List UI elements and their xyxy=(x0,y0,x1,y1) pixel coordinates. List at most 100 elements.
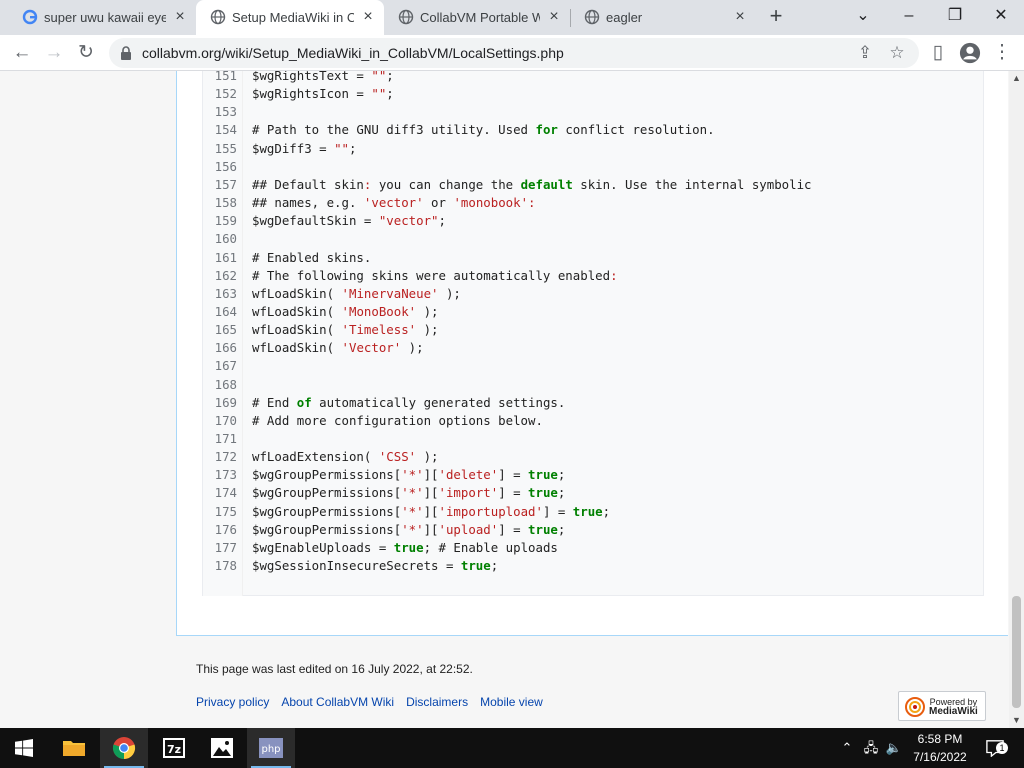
url-text[interactable]: collabvm.org/wiki/Setup_MediaWiki_in_Col… xyxy=(142,45,564,61)
tab-setup-mediawiki[interactable]: Setup MediaWiki in Co × xyxy=(196,0,384,35)
keyword-token: true xyxy=(528,467,558,483)
code-token: $wgEnableUploads = xyxy=(252,539,394,555)
start-button[interactable] xyxy=(0,728,48,768)
code-text: wfLoadSkin( 'Timeless' ); xyxy=(252,321,439,339)
bookmark-star-icon[interactable]: ☆ xyxy=(885,41,909,65)
windows-taskbar: 7z php ⌃ 🖧 🔈 6:58 PM 7/16/2022 1 xyxy=(0,728,1024,768)
code-token: skin. Use the internal symbolic xyxy=(572,176,812,192)
code-text: $wgGroupPermissions['*']['delete'] = tru… xyxy=(252,466,565,484)
new-tab-button[interactable]: + xyxy=(764,5,788,29)
volume-icon[interactable]: 🔈 xyxy=(884,728,904,768)
code-token: ; xyxy=(386,86,394,102)
share-icon[interactable]: ⇪ xyxy=(853,41,877,65)
keyword-token: of xyxy=(296,394,312,410)
windows-logo-icon xyxy=(15,739,33,757)
minimize-button[interactable]: – xyxy=(886,0,932,32)
code-text: $wgGroupPermissions['*']['import'] = tru… xyxy=(252,484,565,502)
disclaimers-link[interactable]: Disclaimers xyxy=(406,695,468,709)
taskbar-chrome[interactable] xyxy=(100,728,148,768)
close-tab-icon[interactable]: × xyxy=(360,9,376,25)
side-panel-icon[interactable]: ▯ xyxy=(924,39,952,67)
menu-icon[interactable]: ⋮ xyxy=(988,39,1016,67)
string-token: 'monobook' xyxy=(453,195,529,211)
code-token: ] = xyxy=(542,503,573,519)
clock[interactable]: 6:58 PM 7/16/2022 xyxy=(905,730,975,766)
code-token: you can change the xyxy=(371,176,521,192)
code-token: # The following skins were automatically… xyxy=(252,267,611,283)
powered-by-mediawiki-badge[interactable]: Powered by MediaWiki xyxy=(898,691,986,721)
line-number: 168 xyxy=(214,376,237,392)
code-token: $wgSessionInsecureSecrets = xyxy=(252,558,461,574)
code-text: $wgDiff3 = ""; xyxy=(252,140,356,158)
taskbar-file-explorer[interactable] xyxy=(50,728,98,768)
back-button[interactable]: ← xyxy=(8,39,36,67)
code-text: # Path to the GNU diff3 utility. Used fo… xyxy=(252,121,715,139)
mobile-view-link[interactable]: Mobile view xyxy=(480,695,543,709)
line-number: 158 xyxy=(214,195,237,211)
reload-button[interactable]: ↻ xyxy=(72,39,100,67)
taskbar-photos[interactable] xyxy=(198,728,246,768)
chrome-icon xyxy=(112,737,136,760)
line-number: 173 xyxy=(214,467,237,483)
profile-avatar[interactable] xyxy=(956,39,984,67)
line-number: 175 xyxy=(214,503,237,519)
line-number: 167 xyxy=(214,358,237,374)
about-link[interactable]: About CollabVM Wiki xyxy=(281,695,394,709)
close-tab-icon[interactable]: × xyxy=(172,9,188,25)
tab-strip: super uwu kawaii eyes × Setup MediaWiki … xyxy=(0,0,1024,35)
code-token: ] = xyxy=(498,521,529,537)
line-number: 172 xyxy=(214,449,237,465)
code-token: ] = xyxy=(498,467,529,483)
restore-button[interactable]: ❐ xyxy=(932,0,978,32)
code-token: # Enabled skins. xyxy=(252,249,372,265)
line-number: 162 xyxy=(214,267,237,283)
line-number: 166 xyxy=(214,340,237,356)
taskbar-7zip[interactable]: 7z xyxy=(150,728,198,768)
scroll-down-icon[interactable]: ▼ xyxy=(1009,713,1024,728)
code-token: ; xyxy=(348,140,357,156)
string-token: '*' xyxy=(401,467,424,483)
tab-super-uwu[interactable]: super uwu kawaii eyes × xyxy=(8,0,196,35)
tab-eagler[interactable]: eagler × xyxy=(570,0,756,35)
code-token: conflict resolution. xyxy=(557,122,715,138)
code-token: ); xyxy=(401,340,424,356)
line-number: 154 xyxy=(214,122,237,138)
action-center-icon[interactable]: 1 xyxy=(980,728,1010,768)
scroll-up-icon[interactable]: ▲ xyxy=(1009,71,1024,86)
tab-title: CollabVM Portable Wik xyxy=(420,10,540,25)
taskbar-php[interactable]: php xyxy=(247,728,295,768)
vertical-scrollbar[interactable]: ▲ ▼ xyxy=(1009,71,1024,728)
network-icon[interactable]: 🖧 xyxy=(860,728,882,768)
code-token: ); xyxy=(438,285,461,301)
privacy-policy-link[interactable]: Privacy policy xyxy=(196,695,269,709)
lock-icon[interactable] xyxy=(119,45,133,61)
close-window-button[interactable]: ✕ xyxy=(978,0,1024,32)
code-text: $wgGroupPermissions['*']['importupload']… xyxy=(252,503,610,521)
string-token: 'Timeless' xyxy=(341,322,417,338)
notification-count-badge: 1 xyxy=(996,742,1008,754)
keyword-token: true xyxy=(572,503,603,519)
code-text: $wgRightsText = ""; xyxy=(252,71,394,85)
forward-button[interactable]: → xyxy=(40,39,68,67)
tab-title: Setup MediaWiki in Co xyxy=(232,10,354,25)
close-tab-icon[interactable]: × xyxy=(546,9,562,25)
7zip-icon: 7z xyxy=(163,738,185,758)
code-text: wfLoadExtension( 'CSS' ); xyxy=(252,448,439,466)
string-token: '*' xyxy=(401,503,424,519)
address-bar[interactable]: collabvm.org/wiki/Setup_MediaWiki_in_Col… xyxy=(109,38,919,68)
line-number: 177 xyxy=(214,539,237,555)
keyword-token: true xyxy=(393,539,424,555)
code-token: ; # Enable uploads xyxy=(423,539,558,555)
tab-search-button[interactable]: ⌄ xyxy=(840,0,886,32)
scrollbar-thumb[interactable] xyxy=(1012,596,1021,708)
line-number: 171 xyxy=(214,431,237,446)
code-text: # End of automatically generated setting… xyxy=(252,394,565,412)
close-tab-icon[interactable]: × xyxy=(732,9,748,25)
string-token: 'importupload' xyxy=(438,503,543,519)
show-hidden-icons-icon[interactable]: ⌃ xyxy=(838,728,856,768)
code-text: wfLoadSkin( 'Vector' ); xyxy=(252,339,424,357)
tab-collabvm-portable[interactable]: CollabVM Portable Wik × xyxy=(384,0,570,35)
line-number: 160 xyxy=(214,231,237,247)
line-number: 169 xyxy=(214,394,237,410)
code-token: ## names, e.g. xyxy=(252,195,364,211)
